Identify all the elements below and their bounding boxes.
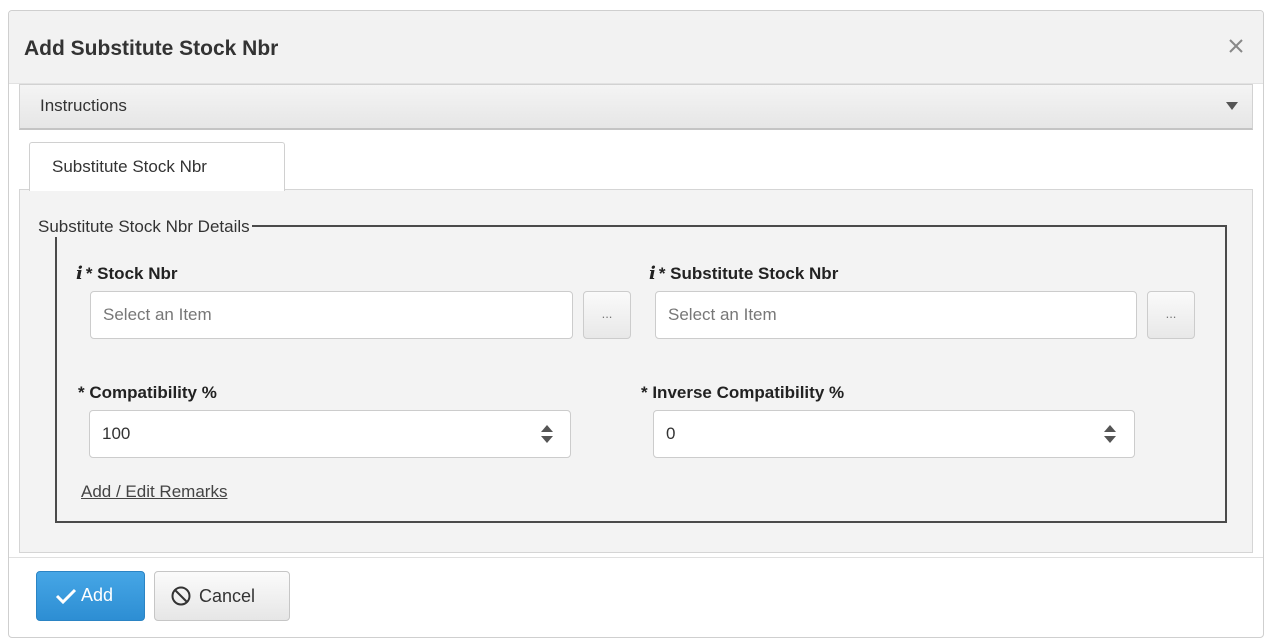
substitute-stock-nbr-label: * Substitute Stock Nbr <box>658 264 839 283</box>
compatibility-input[interactable] <box>89 410 571 458</box>
instructions-accordion[interactable]: Instructions <box>19 84 1253 130</box>
add-edit-remarks-link[interactable]: Add / Edit Remarks <box>81 482 227 502</box>
footer-divider <box>9 557 1263 558</box>
inverse-compatibility-input[interactable] <box>653 410 1135 458</box>
stock-nbr-label: * Stock Nbr <box>85 264 178 283</box>
cancel-button-label: Cancel <box>199 585 256 606</box>
close-icon[interactable] <box>1223 33 1249 59</box>
compatibility-label: * Compatibility % <box>78 383 217 402</box>
substitute-stock-nbr-label-group: i * Substitute Stock Nbr <box>649 263 838 284</box>
info-icon[interactable]: i <box>649 263 656 284</box>
caret-down-icon <box>1226 102 1238 110</box>
info-icon[interactable]: i <box>76 263 83 284</box>
inverse-compatibility-stepper-icon[interactable] <box>1102 423 1118 445</box>
dialog-title: Add Substitute Stock Nbr <box>24 37 279 60</box>
add-button[interactable]: Add <box>36 571 145 621</box>
substitute-stock-nbr-input[interactable] <box>655 291 1137 339</box>
add-substitute-dialog: Add Substitute Stock Nbr Instructions Su… <box>8 10 1264 638</box>
stock-nbr-label-group: i * Stock Nbr <box>76 263 177 284</box>
details-fieldset <box>55 225 1227 523</box>
cancel-circle-icon <box>171 586 191 606</box>
checkmark-icon <box>55 588 77 604</box>
tab-label: Substitute Stock Nbr <box>52 157 207 176</box>
stock-nbr-input[interactable] <box>90 291 573 339</box>
inverse-compatibility-label: * Inverse Compatibility % <box>641 383 845 402</box>
tab-substitute-stock-nbr[interactable]: Substitute Stock Nbr <box>29 142 285 191</box>
details-legend: Substitute Stock Nbr Details <box>36 217 252 237</box>
substitute-stock-nbr-lookup-button[interactable]: ... <box>1147 291 1195 339</box>
compatibility-stepper-icon[interactable] <box>539 423 555 445</box>
cancel-button[interactable]: Cancel <box>154 571 290 621</box>
instructions-label: Instructions <box>40 96 127 115</box>
dialog-header: Add Substitute Stock Nbr <box>9 11 1263 84</box>
add-button-label: Add <box>81 585 114 605</box>
stock-nbr-lookup-button[interactable]: ... <box>583 291 631 339</box>
